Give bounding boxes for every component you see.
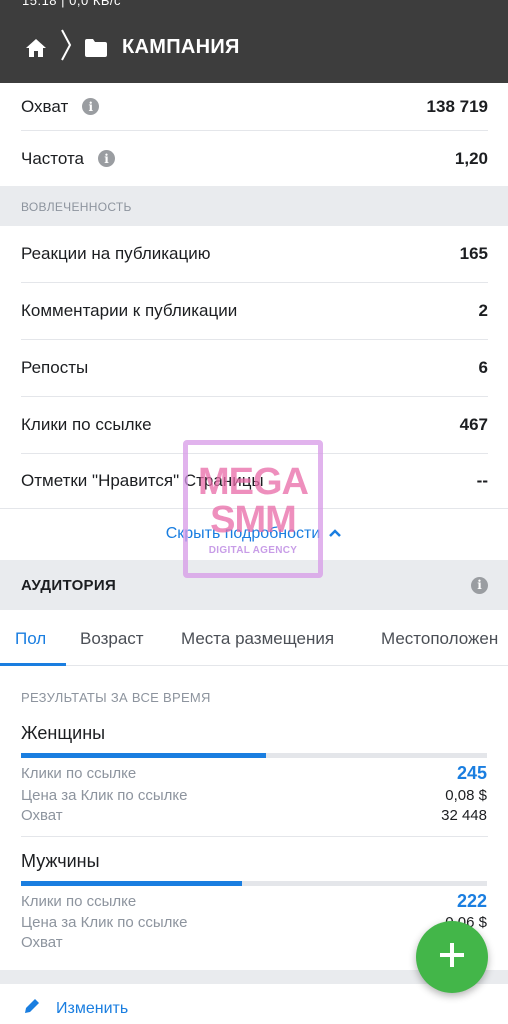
tab-age[interactable]: Возраст <box>80 612 144 665</box>
group-title-women: Женщины <box>21 723 106 743</box>
progress-fill <box>21 753 266 758</box>
metric-row-reach: Охват i 138 719 <box>0 83 508 130</box>
results-label: РЕЗУЛЬТАТЫ ЗА ВСЕ ВРЕМЯ <box>21 690 211 705</box>
edit-link[interactable]: Изменить <box>22 996 128 1021</box>
metric-value: 0,08 $ <box>445 787 487 804</box>
status-time: 15:18 | 0,0 КБ/с <box>22 0 122 8</box>
metric-line: Клики по ссылке 245 <box>21 763 487 784</box>
metric-label: Частота <box>21 148 85 168</box>
info-icon[interactable]: i <box>98 150 116 167</box>
metric-label: Репосты <box>21 358 89 377</box>
metric-row-reactions: Реакции на публикацию 165 <box>0 226 508 282</box>
home-icon[interactable] <box>22 34 50 62</box>
metric-value: 32 448 <box>441 807 487 824</box>
metric-value: -- <box>476 471 488 490</box>
plus-icon <box>437 940 467 975</box>
pencil-icon <box>22 996 42 1021</box>
section-label: ВОВЛЕЧЕННОСТЬ <box>21 200 132 214</box>
progress-bar-women <box>21 753 487 758</box>
folder-icon <box>84 35 110 61</box>
active-tab-indicator <box>0 663 66 666</box>
metric-label: Цена за Клик по ссылке <box>21 914 188 931</box>
tab-gender[interactable]: Пол <box>15 612 46 665</box>
metric-label: Цена за Клик по ссылке <box>21 787 188 804</box>
watermark-logo: MEGA SMM DIGITAL AGENCY <box>183 440 323 578</box>
audience-title: АУДИТОРИЯ <box>21 576 117 594</box>
metric-row-shares: Репосты 6 <box>0 340 508 396</box>
metric-line: Охват 32 448 <box>21 807 487 824</box>
top-app-bar: КАМПАНИЯ <box>0 12 508 83</box>
edit-label: Изменить <box>56 999 129 1017</box>
watermark-line3: DIGITAL AGENCY <box>208 544 298 556</box>
metric-label: Реакции на публикацию <box>21 244 211 263</box>
progress-fill <box>21 881 243 886</box>
add-fab-button[interactable] <box>416 921 488 993</box>
metric-label: Охват <box>21 96 69 116</box>
info-icon[interactable]: i <box>82 98 100 115</box>
metric-label: Клики по ссылке <box>21 893 137 910</box>
metric-value: 245 <box>456 763 487 783</box>
audience-tabs: Пол Возраст Места размещения Местоположе… <box>0 612 508 666</box>
metric-line: Цена за Клик по ссылке 0,06 $ <box>21 914 487 931</box>
page-title: КАМПАНИЯ <box>122 36 240 58</box>
metric-value: 138 719 <box>426 96 488 116</box>
metric-label: Клики по ссылке <box>21 415 152 434</box>
metric-value: 6 <box>478 358 488 377</box>
watermark-line1: MEGA <box>198 460 309 503</box>
metric-line: Клики по ссылке 222 <box>21 891 487 912</box>
watermark-line2: SMM <box>210 498 297 541</box>
metric-value: 467 <box>459 415 488 434</box>
section-header-engagement: ВОВЛЕЧЕННОСТЬ <box>0 186 508 226</box>
divider <box>21 836 488 837</box>
metric-label: Охват <box>21 807 63 824</box>
metric-value: 222 <box>456 891 487 911</box>
metric-label: Клики по ссылке <box>21 765 137 782</box>
metric-line: Цена за Клик по ссылке 0,08 $ <box>21 787 487 804</box>
chevron-up-icon <box>328 525 342 543</box>
status-bar: 15:18 | 0,0 КБ/с <box>0 0 508 12</box>
metric-row-comments: Комментарии к публикации 2 <box>0 283 508 339</box>
group-title-men: Мужчины <box>21 851 100 871</box>
tab-placements[interactable]: Места размещения <box>181 612 334 665</box>
metric-value: 165 <box>459 244 488 263</box>
metric-row-frequency: Частота i 1,20 <box>0 131 508 186</box>
chevron-right-icon <box>60 28 72 67</box>
metric-label: Комментарии к публикации <box>21 301 238 320</box>
metric-value: 2 <box>478 301 488 320</box>
info-icon[interactable]: i <box>471 576 488 594</box>
tab-location[interactable]: Местоположен <box>381 612 498 665</box>
metric-value: 1,20 <box>454 148 488 168</box>
progress-bar-men <box>21 881 487 886</box>
